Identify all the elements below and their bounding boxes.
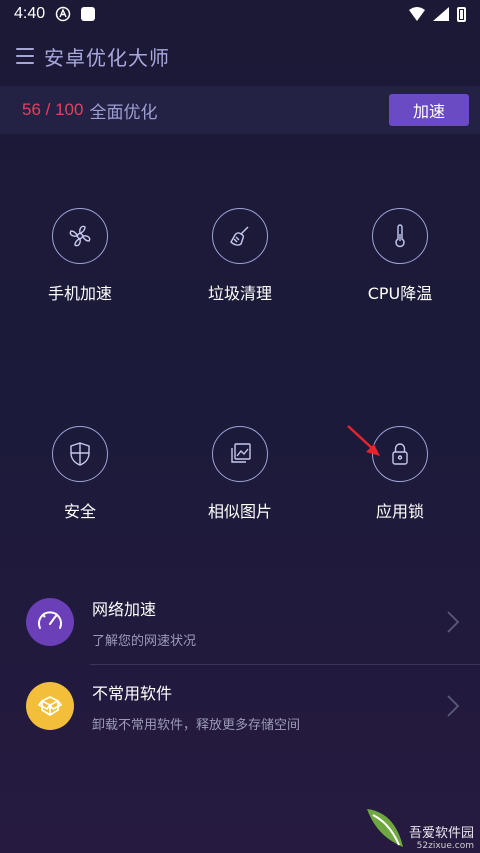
- similar-photos-item[interactable]: 相似图片: [160, 426, 320, 522]
- watermark-url: 52zixue.com: [416, 841, 474, 851]
- grid-label-junk-clean: 垃圾清理: [207, 284, 272, 303]
- app-lock-item[interactable]: 应用锁: [320, 426, 480, 522]
- notification-square-icon: [81, 7, 96, 21]
- fan-icon: [52, 208, 108, 264]
- grid-label-cpu-cool: CPU降温: [367, 284, 433, 303]
- status-bar: 4:40: [0, 0, 480, 28]
- list-text-network-boost: 网络加速 了解您的网速状况: [92, 596, 196, 649]
- grid-label-similar-photos: 相似图片: [207, 502, 272, 521]
- full-optimize-label[interactable]: 全面优化: [89, 98, 157, 123]
- battery-icon: [457, 6, 466, 22]
- status-time: 4:40: [14, 5, 46, 22]
- phone-boost-item[interactable]: 手机加速: [0, 208, 160, 304]
- status-right: [409, 6, 466, 22]
- shield-icon: [52, 426, 108, 482]
- list-title: 网络加速: [92, 599, 157, 619]
- menu-icon[interactable]: [16, 48, 34, 64]
- signal-icon: [433, 7, 449, 21]
- list-item-network-boost[interactable]: 网络加速 了解您的网速状况: [0, 580, 480, 664]
- broom-icon: [212, 208, 268, 264]
- chevron-right-icon: [447, 695, 460, 717]
- grid-label-phone-boost: 手机加速: [47, 284, 112, 303]
- app-title: 安卓优化大师: [44, 45, 170, 70]
- list-text-unused-apps: 不常用软件 卸载不常用软件，释放更多存储空间: [92, 680, 300, 733]
- watermark-text: 吾爱软件园: [408, 826, 474, 841]
- list-item-unused-apps[interactable]: 不常用软件 卸载不常用软件，释放更多存储空间: [0, 664, 480, 748]
- cpu-cool-item[interactable]: CPU降温: [320, 208, 480, 304]
- list-subtitle: 卸载不常用软件，释放更多存储空间: [92, 717, 301, 733]
- grid-label-security: 安全: [63, 502, 96, 521]
- junk-clean-item[interactable]: 垃圾清理: [160, 208, 320, 304]
- list-title: 不常用软件: [92, 683, 173, 703]
- box-icon: [26, 682, 74, 730]
- app-notification-icon: [55, 6, 71, 22]
- annotation-arrow-icon: [347, 425, 380, 456]
- boost-button[interactable]: 加速: [389, 94, 469, 126]
- watermark: 吾爱软件园 52zixue.com: [363, 805, 474, 851]
- security-item[interactable]: 安全: [0, 426, 160, 522]
- speedometer-icon: [26, 598, 74, 646]
- score-bar: 56 / 100 全面优化 加速: [0, 86, 480, 134]
- wifi-icon: [409, 7, 425, 21]
- thermometer-icon: [372, 208, 428, 264]
- list-subtitle: 了解您的网速状况: [92, 633, 197, 649]
- chevron-right-icon: [447, 611, 460, 633]
- app-bar: 安卓优化大师: [0, 28, 480, 84]
- optimization-score: 56 / 100: [22, 100, 84, 119]
- gallery-icon: [212, 426, 268, 482]
- grid-label-app-lock: 应用锁: [375, 502, 424, 521]
- watermark-logo-icon: [366, 809, 403, 847]
